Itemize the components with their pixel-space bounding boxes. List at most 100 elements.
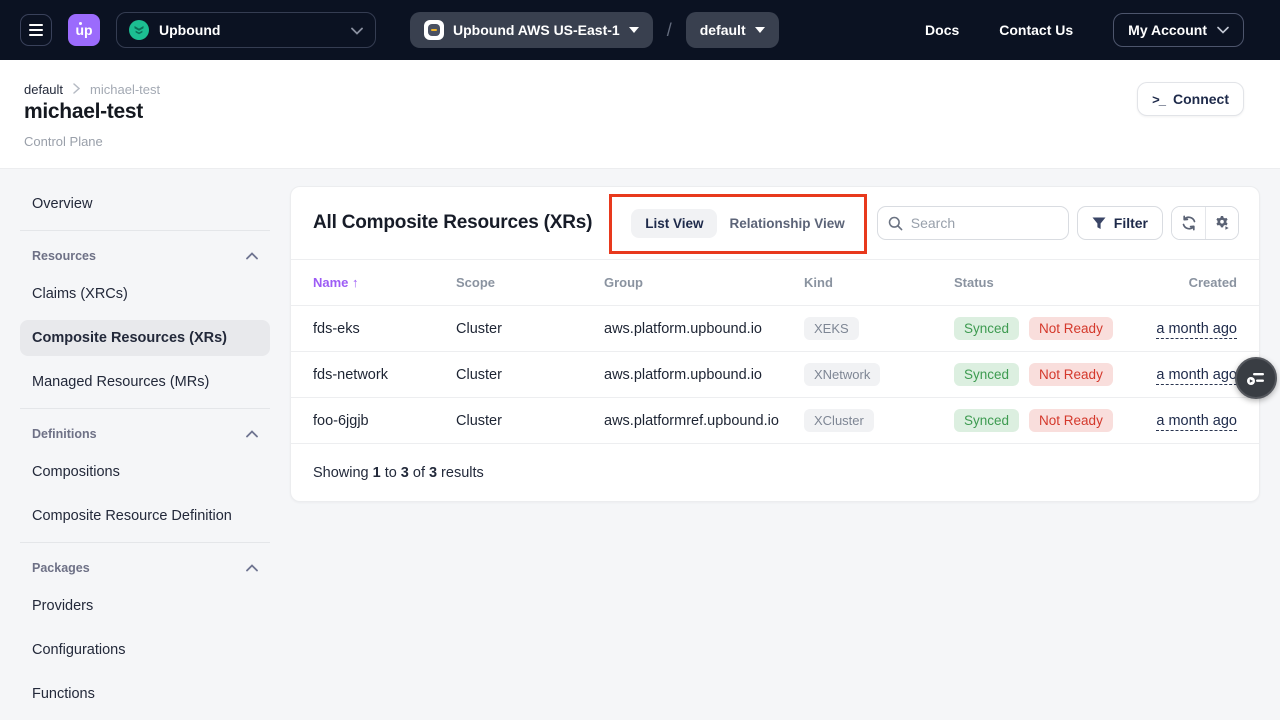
cell-scope: Cluster <box>456 321 604 337</box>
kind-badge: XCluster <box>804 409 874 432</box>
namespace-dropdown[interactable]: default <box>686 12 779 48</box>
table-row[interactable]: fds-network Cluster aws.platform.upbound… <box>291 351 1259 397</box>
control-plane-group-icon <box>424 20 444 40</box>
chevron-down-icon <box>629 27 639 33</box>
created-tooltip-link[interactable]: a month ago <box>1156 367 1237 385</box>
sidebar: Overview Resources Claims (XRCs) Composi… <box>20 186 270 720</box>
list-view-tab[interactable]: List View <box>631 209 717 238</box>
sidebar-item-configurations[interactable]: Configurations <box>20 632 270 668</box>
view-toggle: List View Relationship View <box>631 209 857 238</box>
filter-label: Filter <box>1114 215 1148 231</box>
table-actions <box>1171 206 1239 240</box>
control-plane-group-label: Upbound AWS US-East-1 <box>453 22 620 38</box>
contact-us-link[interactable]: Contact Us <box>999 22 1073 38</box>
chevron-up-icon <box>246 252 258 260</box>
hamburger-icon <box>29 24 43 26</box>
connect-label: Connect <box>1173 91 1229 107</box>
page-subtitle: Control Plane <box>24 134 103 149</box>
logo-dot <box>79 22 82 25</box>
column-header-kind[interactable]: Kind <box>804 275 954 290</box>
upbound-logo[interactable]: up <box>68 14 100 46</box>
annotation-list-icon <box>1246 369 1266 387</box>
divider <box>20 230 270 231</box>
synced-badge: Synced <box>954 409 1019 432</box>
sidebar-item-compositions[interactable]: Compositions <box>20 454 270 490</box>
table-row[interactable]: foo-6jgjb Cluster aws.platformref.upboun… <box>291 397 1259 443</box>
control-plane-group-dropdown[interactable]: Upbound AWS US-East-1 <box>410 12 653 48</box>
filter-button[interactable]: Filter <box>1077 206 1163 240</box>
breadcrumb: default michael-test <box>24 82 160 97</box>
cell-group: aws.platformref.upbound.io <box>604 413 804 429</box>
cell-status: Synced Not Ready <box>954 363 1156 386</box>
organization-icon <box>129 20 149 40</box>
section-title: Resources <box>32 249 96 263</box>
cell-kind: XEKS <box>804 317 954 340</box>
cell-name[interactable]: foo-6jgjb <box>313 413 456 429</box>
chevron-right-icon <box>73 83 80 97</box>
chevron-down-icon <box>351 22 363 38</box>
refresh-button[interactable] <box>1172 207 1205 239</box>
sidebar-item-composite-resources[interactable]: Composite Resources (XRs) <box>20 320 270 356</box>
chevron-up-icon <box>246 430 258 438</box>
divider <box>20 408 270 409</box>
column-header-group[interactable]: Group <box>604 275 804 290</box>
namespace-label: default <box>700 22 746 38</box>
column-header-created[interactable]: Created <box>1189 275 1237 290</box>
hamburger-menu-button[interactable] <box>20 14 52 46</box>
cell-status: Synced Not Ready <box>954 409 1156 432</box>
connect-button[interactable]: >_ Connect <box>1137 82 1244 116</box>
search-box <box>877 206 1069 240</box>
cell-kind: XNetwork <box>804 363 954 386</box>
my-account-button[interactable]: My Account <box>1113 13 1244 47</box>
not-ready-badge: Not Ready <box>1029 363 1113 386</box>
refresh-icon <box>1181 215 1197 231</box>
column-header-name[interactable]: Name ↑ <box>313 275 456 290</box>
gear-play-icon <box>1214 215 1231 231</box>
sidebar-item-managed-resources[interactable]: Managed Resources (MRs) <box>20 364 270 400</box>
sidebar-section-packages[interactable]: Packages <box>20 554 270 582</box>
terminal-icon: >_ <box>1152 92 1165 107</box>
sidebar-section-definitions[interactable]: Definitions <box>20 420 270 448</box>
card-title: All Composite Resources (XRs) <box>313 212 592 234</box>
sort-arrow-up-icon: ↑ <box>352 275 359 290</box>
organization-dropdown[interactable]: Upbound <box>116 12 376 48</box>
top-navbar: up Upbound Upbound AWS US-East-1 / defau… <box>0 0 1280 60</box>
search-input[interactable] <box>911 215 1051 231</box>
composite-resources-card: All Composite Resources (XRs) List View … <box>290 186 1260 502</box>
cell-name[interactable]: fds-eks <box>313 321 456 337</box>
feedback-widget-button[interactable] <box>1235 357 1277 399</box>
not-ready-badge: Not Ready <box>1029 317 1113 340</box>
page-title: michael-test <box>24 100 143 124</box>
organization-label: Upbound <box>159 22 220 38</box>
kind-badge: XNetwork <box>804 363 880 386</box>
sidebar-item-providers[interactable]: Providers <box>20 588 270 624</box>
navbar-right: Docs Contact Us My Account <box>925 13 1244 47</box>
cell-scope: Cluster <box>456 413 604 429</box>
cell-name[interactable]: fds-network <box>313 367 456 383</box>
not-ready-badge: Not Ready <box>1029 409 1113 432</box>
sidebar-item-overview[interactable]: Overview <box>20 186 270 222</box>
table-row[interactable]: fds-eks Cluster aws.platform.upbound.io … <box>291 305 1259 351</box>
created-tooltip-link[interactable]: a month ago <box>1156 413 1237 431</box>
sidebar-item-composite-resource-definition[interactable]: Composite Resource Definition <box>20 498 270 534</box>
created-tooltip-link[interactable]: a month ago <box>1156 321 1237 339</box>
docs-link[interactable]: Docs <box>925 22 959 38</box>
kind-badge: XEKS <box>804 317 859 340</box>
sidebar-item-functions[interactable]: Functions <box>20 676 270 712</box>
results-summary: Showing 1 to 3 of 3 results <box>291 443 1259 502</box>
search-icon <box>888 216 903 231</box>
auto-refresh-settings-button[interactable] <box>1205 207 1238 239</box>
chevron-down-icon <box>755 27 765 33</box>
breadcrumb-default[interactable]: default <box>24 82 63 97</box>
cell-group: aws.platform.upbound.io <box>604 367 804 383</box>
sidebar-item-claims[interactable]: Claims (XRCs) <box>20 276 270 312</box>
filter-funnel-icon <box>1092 217 1106 230</box>
divider <box>20 542 270 543</box>
column-header-status[interactable]: Status <box>954 275 1189 290</box>
column-header-scope[interactable]: Scope <box>456 275 604 290</box>
synced-badge: Synced <box>954 363 1019 386</box>
sidebar-section-resources[interactable]: Resources <box>20 242 270 270</box>
table-header-row: Name ↑ Scope Group Kind Status Created <box>291 259 1259 305</box>
relationship-view-tab[interactable]: Relationship View <box>717 209 856 238</box>
section-title: Packages <box>32 561 90 575</box>
